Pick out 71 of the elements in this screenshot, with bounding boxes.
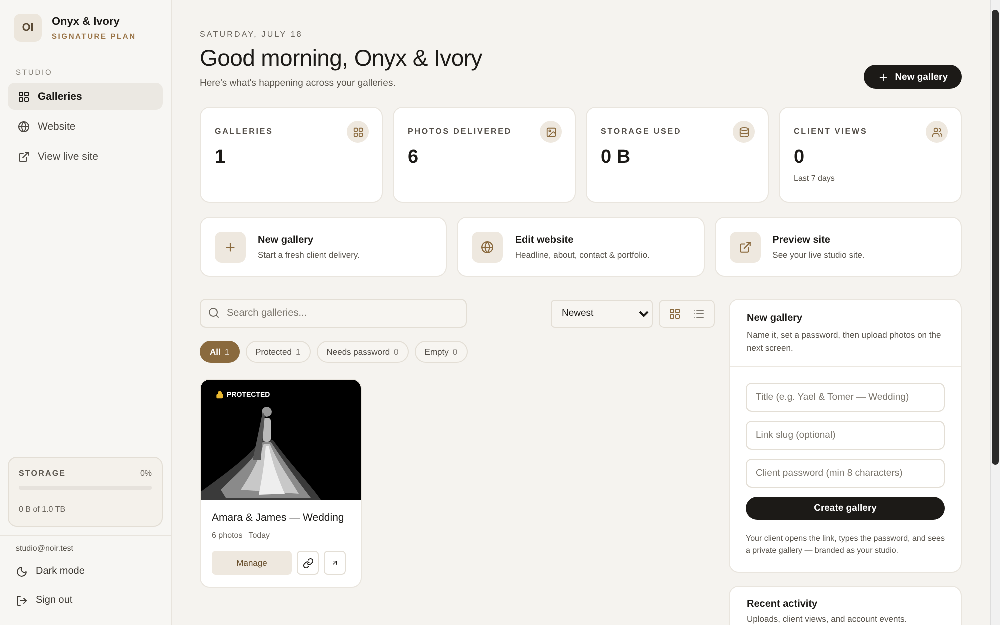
plus-icon [215,232,246,262]
globe-icon [18,120,30,132]
gallery-date: Today [248,531,270,540]
page-subtitle: Here's what's happening across your galleries. [200,78,397,89]
filter-chip[interactable]: All 1 [200,341,240,363]
page-title: Good morning, Onyx & Ivory [200,45,482,72]
stat-label: STORAGE USED [601,127,683,136]
input-field[interactable]: Title (e.g. Yael & Tomer — Wedding) [746,382,945,412]
storage-percent: 0% [140,469,152,478]
stat-value: 0 B [601,147,632,169]
stat-label: PHOTOS DELIVERED [408,127,514,136]
arrow-up-right-icon [331,559,339,567]
input-field[interactable]: Link slug (optional) [746,420,945,450]
stat-label: GALLERIES [215,127,274,136]
nav-item[interactable]: View live site [8,143,163,170]
stat-value: 0 [794,147,806,169]
quick-action-card[interactable]: Preview site See your live studio site. [714,217,962,277]
storage-label: STORAGE [19,469,66,478]
nav-item[interactable]: Galleries [8,83,163,110]
photo-count: 6 photos [212,531,243,540]
filter-chip[interactable]: Empty 0 [414,341,468,363]
panel-title: New gallery [747,313,804,324]
footer-item[interactable]: Sign out [8,586,163,615]
grid-icon [347,121,369,143]
search-field[interactable]: Search galleries... [200,299,467,328]
moon-icon [16,566,28,578]
action-description: Start a fresh client delivery. [258,250,360,260]
globe-icon [472,232,504,262]
nav-item[interactable]: Website [8,113,163,140]
stat-label: CLIENT VIEWS [794,127,869,136]
storage-usage: 0 B of 1.0 TB [19,505,66,514]
account-email: studio@noir.test [15,544,74,553]
grid-icon [669,308,681,320]
manage-button[interactable]: Manage [212,551,292,575]
database-icon [733,121,755,143]
studio-avatar: OI [14,14,42,42]
quick-action-card[interactable]: New gallery Start a fresh client delivery. [200,217,448,277]
action-description: See your live studio site. [772,250,865,260]
action-description: Headline, about, contact & portfolio. [515,250,650,260]
action-title: New gallery [258,234,315,246]
stat-note: Last 7 days [794,174,836,183]
form-note: Your client opens the link, types the password, and sees a private gallery — branded as your studio. [746,532,945,558]
create-gallery-button[interactable]: Create gallery [746,496,945,520]
action-title: Preview site [772,234,832,246]
quick-action-card[interactable]: Edit website Headline, about, contact & portfolio. [457,217,705,277]
sign-out-icon [16,594,28,606]
footer-item[interactable]: Dark mode [8,557,163,586]
stat-value: 1 [215,147,227,169]
stat-value: 6 [408,147,420,169]
external-link-icon [730,232,761,262]
filter-chip[interactable]: Needs password 0 [316,341,409,363]
action-title: Edit website [515,234,575,246]
date-label: SATURDAY, JULY 18 [200,30,304,39]
search-icon [208,307,220,319]
copy-link-button[interactable] [297,551,319,575]
panel-title: Recent activity [747,599,819,610]
new-gallery-button[interactable]: New gallery [864,65,962,89]
external-link-icon [18,150,30,162]
scrollbar[interactable] [990,0,1000,625]
input-field[interactable]: Client password (min 8 characters) [746,458,945,488]
filter-chip[interactable]: Protected 1 [246,341,311,363]
studio-name: Onyx & Ivory [52,16,121,28]
grid-icon [18,90,30,102]
users-icon [926,121,948,143]
panel-description: Uploads, client views, and account events. [747,613,908,625]
sort-select[interactable]: Newest [551,300,653,328]
panel-description: Name it, set a password, then upload photos on the next screen. [747,329,942,354]
image-icon [540,121,562,143]
gallery-title: Amara & James — Wedding [212,512,346,524]
plus-icon [878,72,890,82]
link-icon [302,558,314,568]
